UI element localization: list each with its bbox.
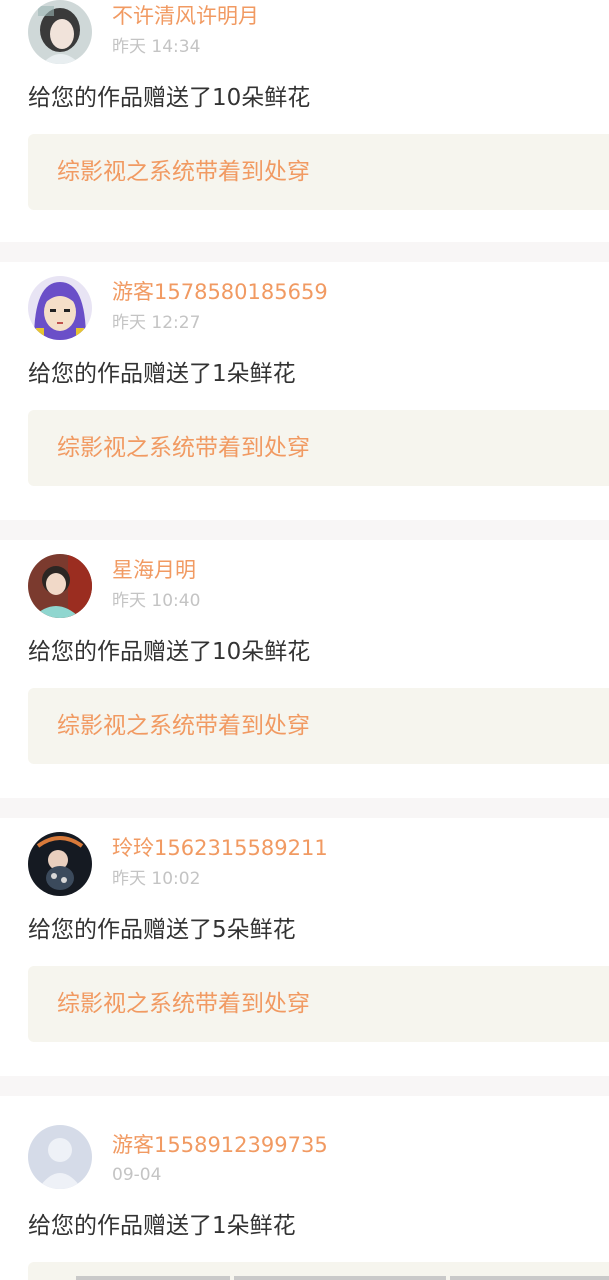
- username[interactable]: 游客1578580185659: [112, 278, 328, 306]
- notification-card: 游客1578580185659 昨天 12:27 给您的作品赠送了1朵鲜花 综影…: [0, 262, 609, 504]
- gift-message: 给您的作品赠送了1朵鲜花: [28, 361, 296, 387]
- notification-card: 玲玲1562315589211 昨天 10:02 给您的作品赠送了5朵鲜花 综影…: [0, 818, 609, 1060]
- gift-message: 给您的作品赠送了5朵鲜花: [28, 917, 296, 943]
- timestamp: 昨天 14:34: [112, 37, 201, 57]
- timestamp: 昨天 10:02: [112, 869, 201, 889]
- work-title: 综影视之系统带着到处穿: [57, 435, 310, 461]
- username[interactable]: 游客1558912399735: [112, 1131, 328, 1159]
- user-avatar[interactable]: [28, 0, 92, 64]
- user-avatar[interactable]: [28, 554, 92, 618]
- gift-message: 给您的作品赠送了10朵鲜花: [28, 639, 311, 665]
- user-avatar[interactable]: [28, 276, 92, 340]
- card-separator: [0, 242, 609, 262]
- user-avatar[interactable]: [28, 832, 92, 896]
- card-separator: [0, 798, 609, 818]
- work-link[interactable]: 综影视之系统带着到处穿: [28, 688, 609, 764]
- username[interactable]: 玲玲1562315589211: [112, 834, 328, 862]
- username[interactable]: 星海月明: [112, 556, 196, 584]
- notification-card: 星海月明 昨天 10:40 给您的作品赠送了10朵鲜花 综影视之系统带着到处穿: [0, 540, 609, 782]
- work-link[interactable]: [28, 1262, 609, 1280]
- timestamp: 09-04: [112, 1165, 162, 1185]
- work-title: 综影视之系统带着到处穿: [57, 159, 310, 185]
- work-link[interactable]: 综影视之系统带着到处穿: [28, 134, 609, 210]
- work-link[interactable]: 综影视之系统带着到处穿: [28, 410, 609, 486]
- timestamp: 昨天 12:27: [112, 313, 201, 333]
- card-separator: [0, 520, 609, 540]
- username[interactable]: 不许清风许明月: [112, 2, 259, 30]
- timestamp: 昨天 10:40: [112, 591, 201, 611]
- gift-message: 给您的作品赠送了1朵鲜花: [28, 1213, 296, 1239]
- gift-message: 给您的作品赠送了10朵鲜花: [28, 85, 311, 111]
- work-title: 综影视之系统带着到处穿: [57, 713, 310, 739]
- notification-card: 游客1558912399735 09-04 给您的作品赠送了1朵鲜花: [0, 1096, 609, 1280]
- work-link[interactable]: 综影视之系统带着到处穿: [28, 966, 609, 1042]
- default-avatar-icon[interactable]: [28, 1125, 92, 1189]
- card-separator: [0, 1076, 609, 1096]
- notification-card: 不许清风许明月 昨天 14:34 给您的作品赠送了10朵鲜花 综影视之系统带着到…: [0, 0, 609, 228]
- work-title: 综影视之系统带着到处穿: [57, 991, 310, 1017]
